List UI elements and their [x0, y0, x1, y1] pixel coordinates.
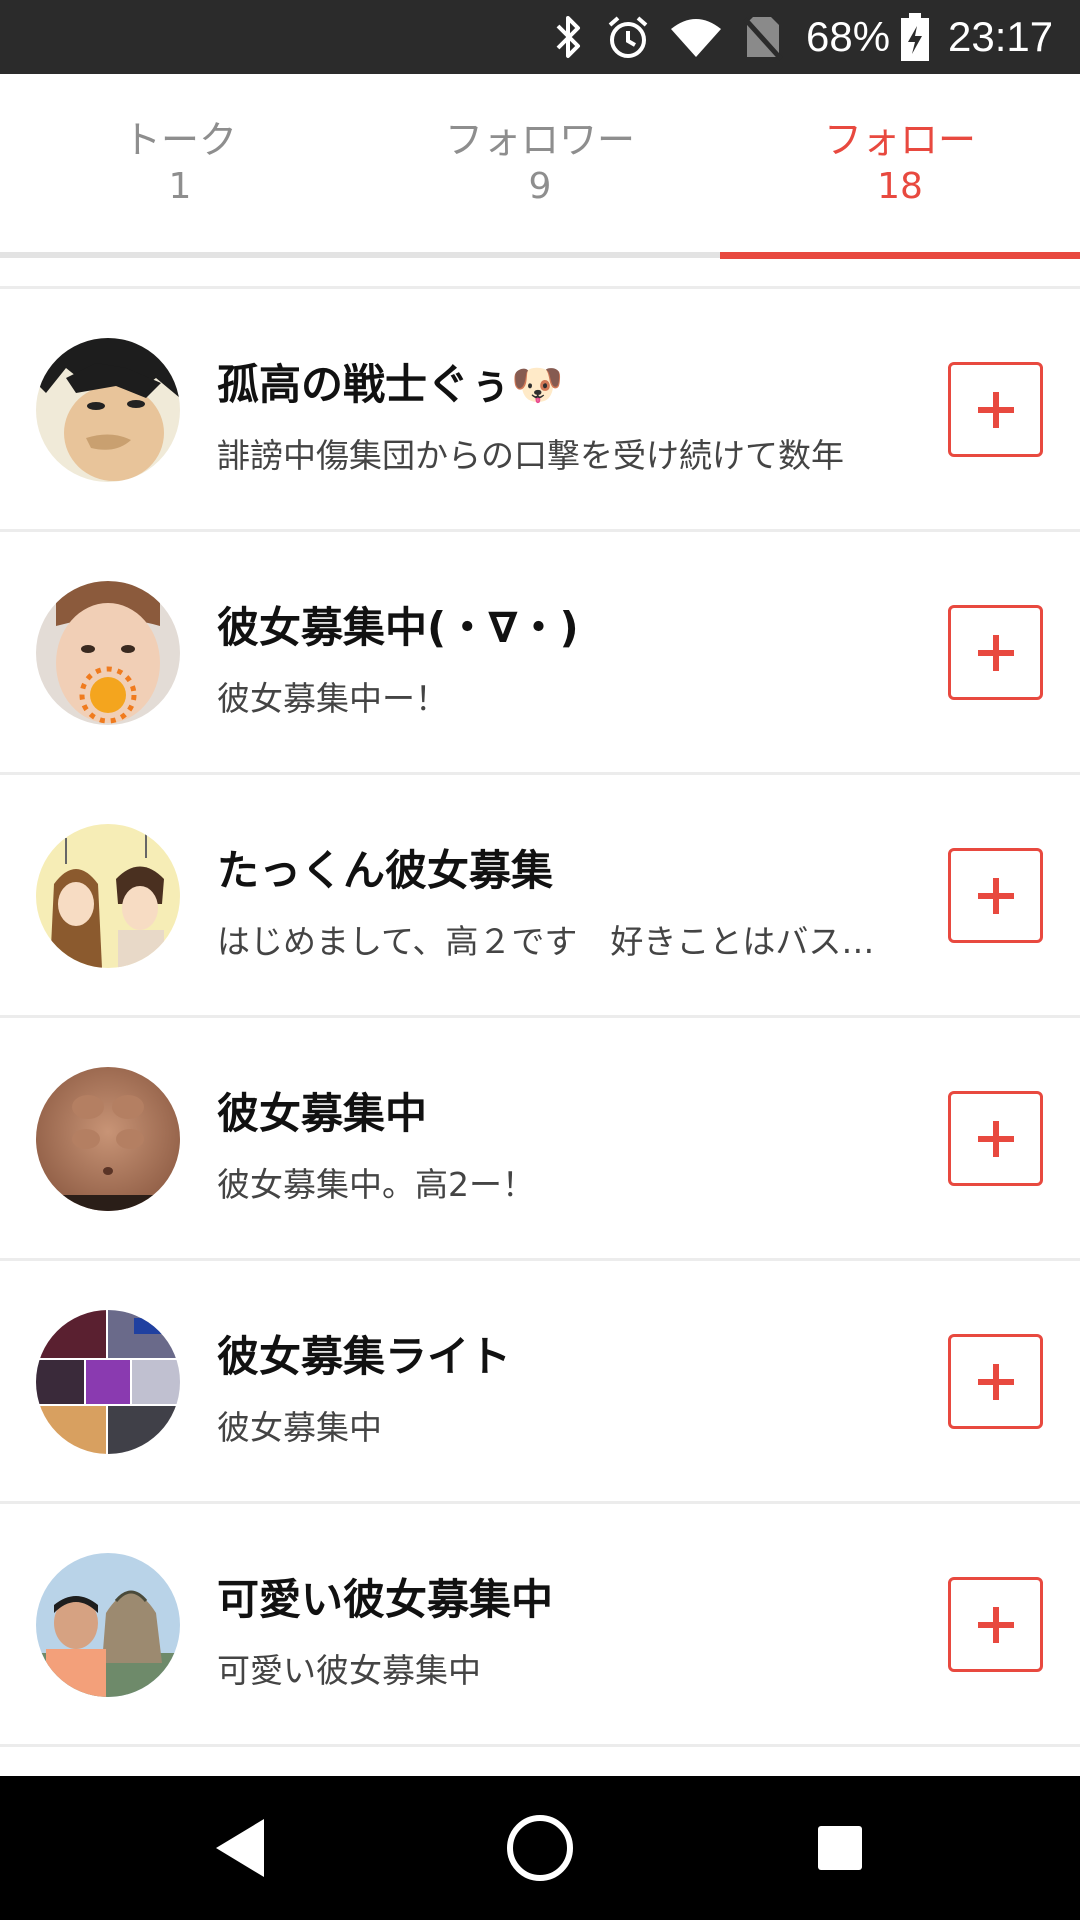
tab-following[interactable]: フォロー 18: [720, 74, 1080, 252]
clock: 23:17: [948, 13, 1054, 60]
user-bio: 彼女募集中。高2ー！: [217, 1165, 535, 1204]
user-bio: 彼女募集中ー！: [217, 679, 448, 718]
plus-icon: [977, 391, 1014, 428]
no-sim-icon: [738, 12, 788, 62]
home-button[interactable]: [465, 1776, 615, 1920]
list-item[interactable]: 孤高の戦士ぐぅ🐶 誹謗中傷集団からの口撃を受け続けて数年: [0, 289, 1080, 532]
user-name: 彼女募集中(・∇・): [217, 603, 579, 652]
tab-label: トーク: [122, 118, 237, 162]
avatar[interactable]: [36, 581, 180, 725]
avatar[interactable]: [36, 1067, 180, 1211]
list-item[interactable]: たっくん彼女募集 はじめまして、高２です 好きことはバスケです: [0, 775, 1080, 1018]
plus-icon: [977, 877, 1014, 914]
wifi-icon: [668, 12, 724, 62]
tab-bar: トーク 1 フォロワー 9 フォロー 18: [0, 74, 1080, 259]
follow-button[interactable]: [948, 848, 1043, 943]
tab-talk[interactable]: トーク 1: [0, 74, 360, 252]
follow-button[interactable]: [948, 362, 1043, 457]
user-bio: 彼女募集中: [217, 1408, 382, 1447]
tab-count: 9: [528, 166, 552, 207]
home-icon: [507, 1815, 573, 1881]
battery-charging-icon: [898, 12, 932, 62]
bluetooth-icon: [548, 12, 588, 62]
list-item[interactable]: 彼女募集ライト 彼女募集中: [0, 1261, 1080, 1504]
battery-percent: 68%: [806, 13, 891, 60]
user-bio: 誹謗中傷集団からの口撃を受け続けて数年: [217, 436, 844, 475]
user-name: たっくん彼女募集: [217, 846, 554, 895]
user-name: 彼女募集ライト: [217, 1332, 512, 1381]
tab-label: フォロワー: [444, 118, 635, 162]
active-tab-indicator: [720, 252, 1080, 259]
list-item[interactable]: 彼女募集中 彼女募集中。高2ー！: [0, 1018, 1080, 1261]
recents-icon: [818, 1826, 862, 1870]
follow-button[interactable]: [948, 1334, 1043, 1429]
avatar[interactable]: [36, 1553, 180, 1697]
avatar[interactable]: [36, 824, 180, 968]
tab-followers[interactable]: フォロワー 9: [360, 74, 720, 252]
tab-label: フォロー: [823, 118, 976, 162]
status-bar: 68% 23:17: [0, 0, 1080, 74]
alarm-icon: [602, 12, 654, 62]
navigation-bar: [0, 1776, 1080, 1920]
follow-button[interactable]: [948, 1091, 1043, 1186]
plus-icon: [977, 634, 1014, 671]
back-icon: [216, 1819, 264, 1877]
list-item[interactable]: 彼女募集中(・∇・) 彼女募集中ー！: [0, 532, 1080, 775]
plus-icon: [977, 1363, 1014, 1400]
list-item[interactable]: 可愛い彼女募集中 可愛い彼女募集中: [0, 1504, 1080, 1747]
user-bio: 可愛い彼女募集中: [217, 1651, 481, 1690]
follow-button[interactable]: [948, 605, 1043, 700]
avatar[interactable]: [36, 1310, 180, 1454]
plus-icon: [977, 1120, 1014, 1157]
tab-count: 1: [168, 166, 192, 207]
user-name: 彼女募集中: [217, 1089, 428, 1138]
user-name: 可愛い彼女募集中: [217, 1575, 554, 1624]
user-name: 孤高の戦士ぐぅ🐶: [217, 360, 564, 409]
plus-icon: [977, 1606, 1014, 1643]
avatar[interactable]: [36, 338, 180, 482]
follow-button[interactable]: [948, 1577, 1043, 1672]
dog-emoji-icon: 🐶: [511, 360, 564, 409]
user-bio: はじめまして、高２です 好きことはバスケです: [217, 922, 897, 961]
recents-button[interactable]: [765, 1776, 915, 1920]
tab-count: 18: [877, 166, 923, 207]
back-button[interactable]: [165, 1776, 315, 1920]
